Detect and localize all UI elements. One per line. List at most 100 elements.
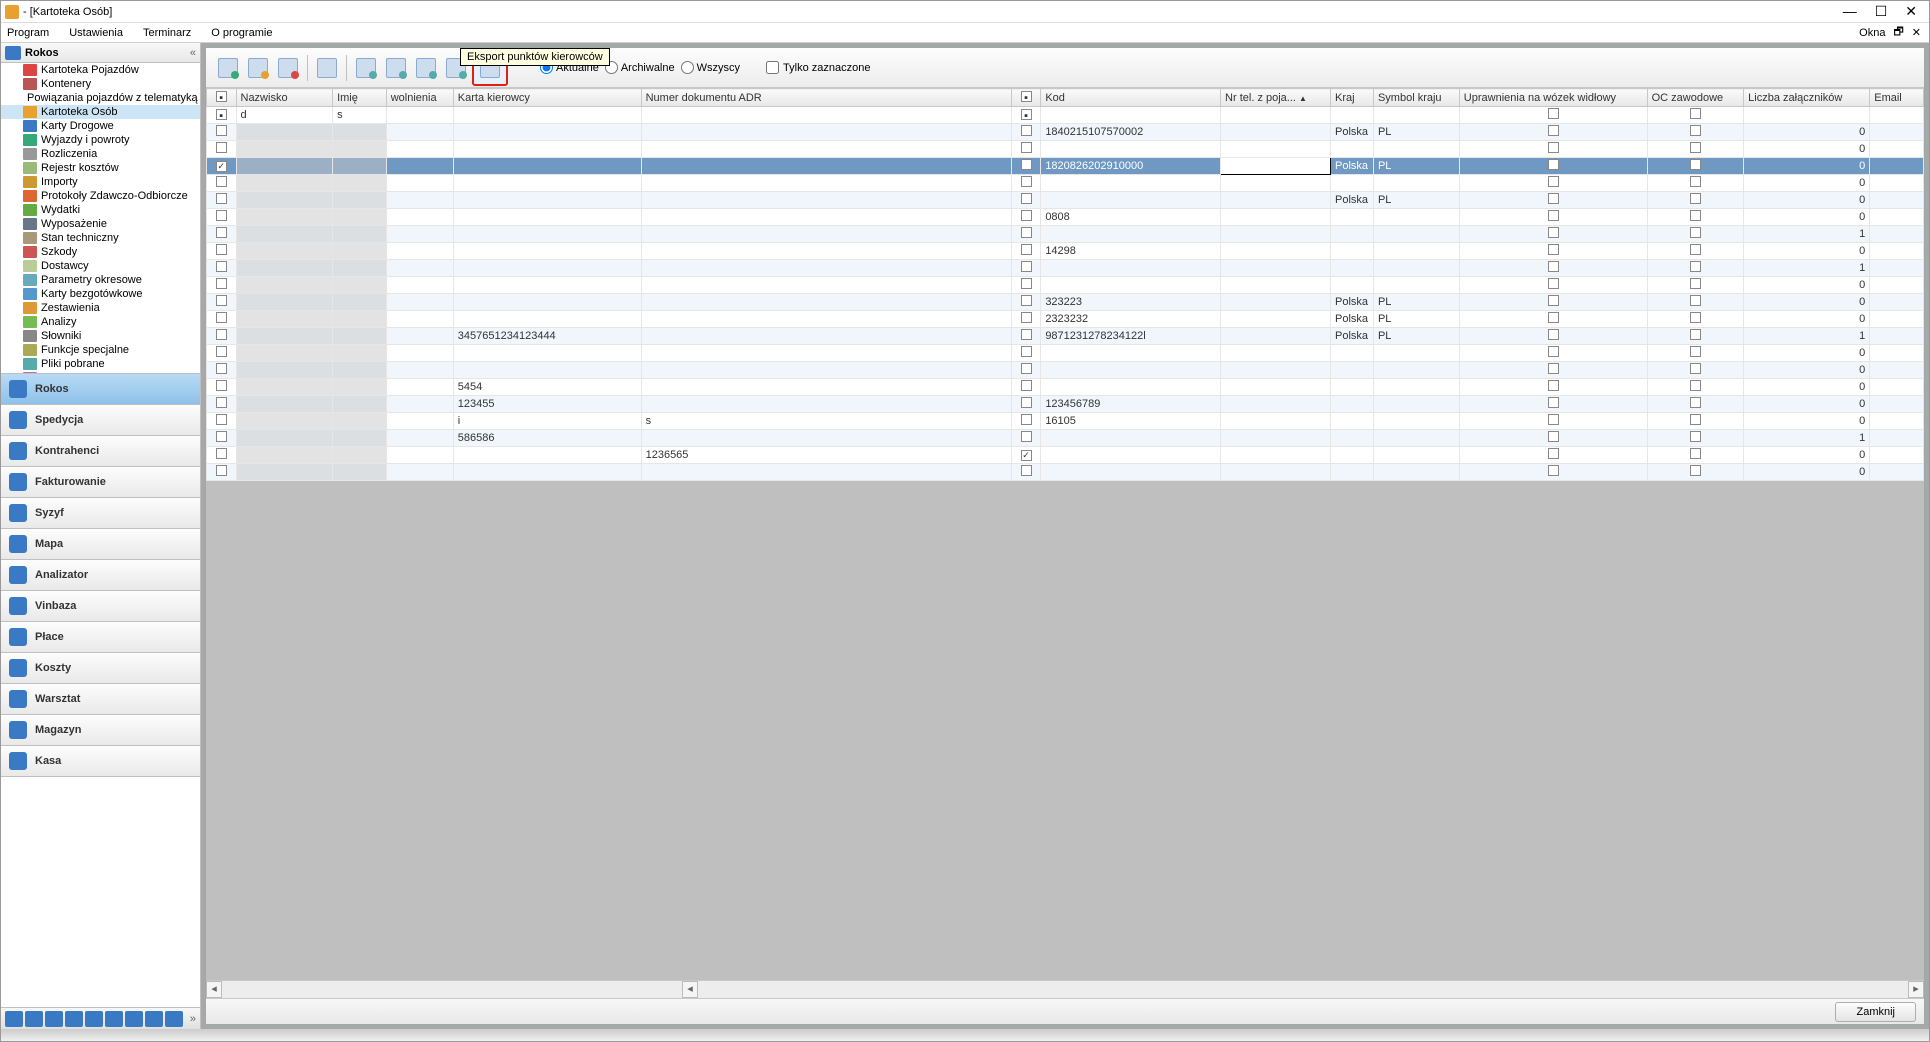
cell-adr[interactable]	[641, 209, 1011, 226]
cell-symbol[interactable]	[1373, 260, 1459, 277]
row-checkbox-2[interactable]	[1021, 125, 1032, 136]
cell-imie[interactable]	[333, 328, 387, 345]
row-checkbox-2[interactable]	[1021, 346, 1032, 357]
cell-adr[interactable]	[641, 464, 1011, 481]
bottom-icon-5[interactable]	[85, 1011, 103, 1027]
cell-uw-checkbox[interactable]	[1548, 176, 1559, 187]
cell-nazwisko[interactable]	[236, 464, 333, 481]
nav-section-warsztat[interactable]: Warsztat	[1, 684, 200, 715]
row-checkbox-2[interactable]	[1021, 363, 1032, 374]
nav-section-mapa[interactable]: Mapa	[1, 529, 200, 560]
cell-kod[interactable]	[1041, 277, 1221, 294]
cell-tel[interactable]	[1221, 379, 1331, 396]
edit-button[interactable]	[244, 53, 272, 83]
cell-adr[interactable]	[641, 345, 1011, 362]
cell-nazwisko[interactable]	[236, 328, 333, 345]
cell-adr[interactable]	[641, 311, 1011, 328]
cell-adr[interactable]	[641, 328, 1011, 345]
nav-section-rokos[interactable]: Rokos	[1, 374, 200, 405]
nav-section-analizator[interactable]: Analizator	[1, 560, 200, 591]
nav-section-płace[interactable]: Płace	[1, 622, 200, 653]
tree-item-21[interactable]: Pliki pobrane	[1, 357, 200, 371]
tree-item-1[interactable]: Kontenery	[1, 77, 200, 91]
cell-karta[interactable]	[453, 124, 641, 141]
cell-oc-checkbox[interactable]	[1690, 431, 1701, 442]
row-checkbox[interactable]	[216, 210, 227, 221]
table-row[interactable]: 1	[207, 226, 1924, 243]
radio-wszyscy[interactable]: Wszyscy	[681, 61, 740, 74]
cell-kraj[interactable]: Polska	[1331, 192, 1374, 209]
cell-wolnienia[interactable]	[386, 175, 453, 192]
nav-section-fakturowanie[interactable]: Fakturowanie	[1, 467, 200, 498]
filter-cell-10[interactable]	[1373, 107, 1459, 124]
cell-imie[interactable]	[333, 260, 387, 277]
cell-attachments[interactable]: 0	[1744, 311, 1870, 328]
cell-kraj[interactable]	[1331, 413, 1374, 430]
cell-imie[interactable]	[333, 226, 387, 243]
cell-imie[interactable]	[333, 362, 387, 379]
header-checkbox-icon[interactable]: ▪	[216, 91, 227, 102]
tree-item-4[interactable]: Karty Drogowe	[1, 119, 200, 133]
cell-nazwisko[interactable]	[236, 141, 333, 158]
tree-item-5[interactable]: Wyjazdy i powroty	[1, 133, 200, 147]
row-checkbox[interactable]	[216, 346, 227, 357]
cell-tel[interactable]	[1221, 311, 1331, 328]
cell-oc-checkbox[interactable]	[1690, 448, 1701, 459]
tree-item-17[interactable]: Zestawienia	[1, 301, 200, 315]
col-header-3[interactable]: wolnienia	[386, 89, 453, 107]
cell-kraj[interactable]	[1331, 243, 1374, 260]
cell-imie[interactable]	[333, 311, 387, 328]
cell-karta[interactable]	[453, 362, 641, 379]
cell-oc-checkbox[interactable]	[1690, 227, 1701, 238]
cell-imie[interactable]	[333, 243, 387, 260]
tree-item-15[interactable]: Parametry okresowe	[1, 273, 200, 287]
cell-symbol[interactable]	[1373, 226, 1459, 243]
col-header-6[interactable]: ▪	[1011, 89, 1041, 107]
row-checkbox[interactable]	[216, 227, 227, 238]
cell-nazwisko[interactable]	[236, 430, 333, 447]
mdi-close-icon[interactable]: ✕	[1912, 26, 1921, 39]
cell-email[interactable]	[1870, 124, 1924, 141]
cell-email[interactable]	[1870, 311, 1924, 328]
expand-nav-button[interactable]: »	[190, 1013, 196, 1025]
cell-symbol[interactable]	[1373, 447, 1459, 464]
cell-wolnienia[interactable]	[386, 192, 453, 209]
only-selected-checkbox[interactable]: Tylko zaznaczone	[766, 61, 870, 74]
cell-karta[interactable]	[453, 209, 641, 226]
cell-kod[interactable]	[1041, 192, 1221, 209]
cell-email[interactable]	[1870, 226, 1924, 243]
table-row[interactable]: 1234551234567890	[207, 396, 1924, 413]
cell-wolnienia[interactable]	[386, 396, 453, 413]
cell-kraj[interactable]	[1331, 141, 1374, 158]
cell-oc-checkbox[interactable]	[1690, 312, 1701, 323]
cell-kraj[interactable]: Polska	[1331, 294, 1374, 311]
mdi-restore-icon[interactable]: 🗗	[1893, 23, 1903, 42]
cell-kod[interactable]	[1041, 175, 1221, 192]
cell-imie[interactable]	[333, 124, 387, 141]
col-header-5[interactable]: Numer dokumentu ADR	[641, 89, 1011, 107]
cell-kraj[interactable]: Polska	[1331, 124, 1374, 141]
cell-kraj[interactable]: Polska	[1331, 311, 1374, 328]
cell-email[interactable]	[1870, 158, 1924, 175]
cell-imie[interactable]	[333, 396, 387, 413]
row-checkbox[interactable]	[216, 295, 227, 306]
cell-email[interactable]	[1870, 396, 1924, 413]
cell-kraj[interactable]	[1331, 379, 1374, 396]
cell-kod[interactable]	[1041, 447, 1221, 464]
cell-nazwisko[interactable]	[236, 362, 333, 379]
table-row[interactable]: 1840215107570002PolskaPL0	[207, 124, 1924, 141]
row-checkbox-2[interactable]	[1021, 176, 1032, 187]
cell-email[interactable]	[1870, 294, 1924, 311]
cell-nazwisko[interactable]	[236, 175, 333, 192]
row-checkbox-2[interactable]	[1021, 312, 1032, 323]
row-checkbox-2[interactable]	[1021, 450, 1032, 461]
cell-kod[interactable]: 1840215107570002	[1041, 124, 1221, 141]
row-checkbox-2[interactable]	[1021, 244, 1032, 255]
col-header-14[interactable]: Email	[1870, 89, 1924, 107]
data-grid[interactable]: ▪NazwiskoImięwolnieniaKarta kierowcyNume…	[206, 88, 1924, 481]
cell-karta[interactable]	[453, 277, 641, 294]
cell-tel[interactable]	[1221, 430, 1331, 447]
cell-kraj[interactable]	[1331, 396, 1374, 413]
tree-item-14[interactable]: Dostawcy	[1, 259, 200, 273]
cell-uw-checkbox[interactable]	[1548, 329, 1559, 340]
